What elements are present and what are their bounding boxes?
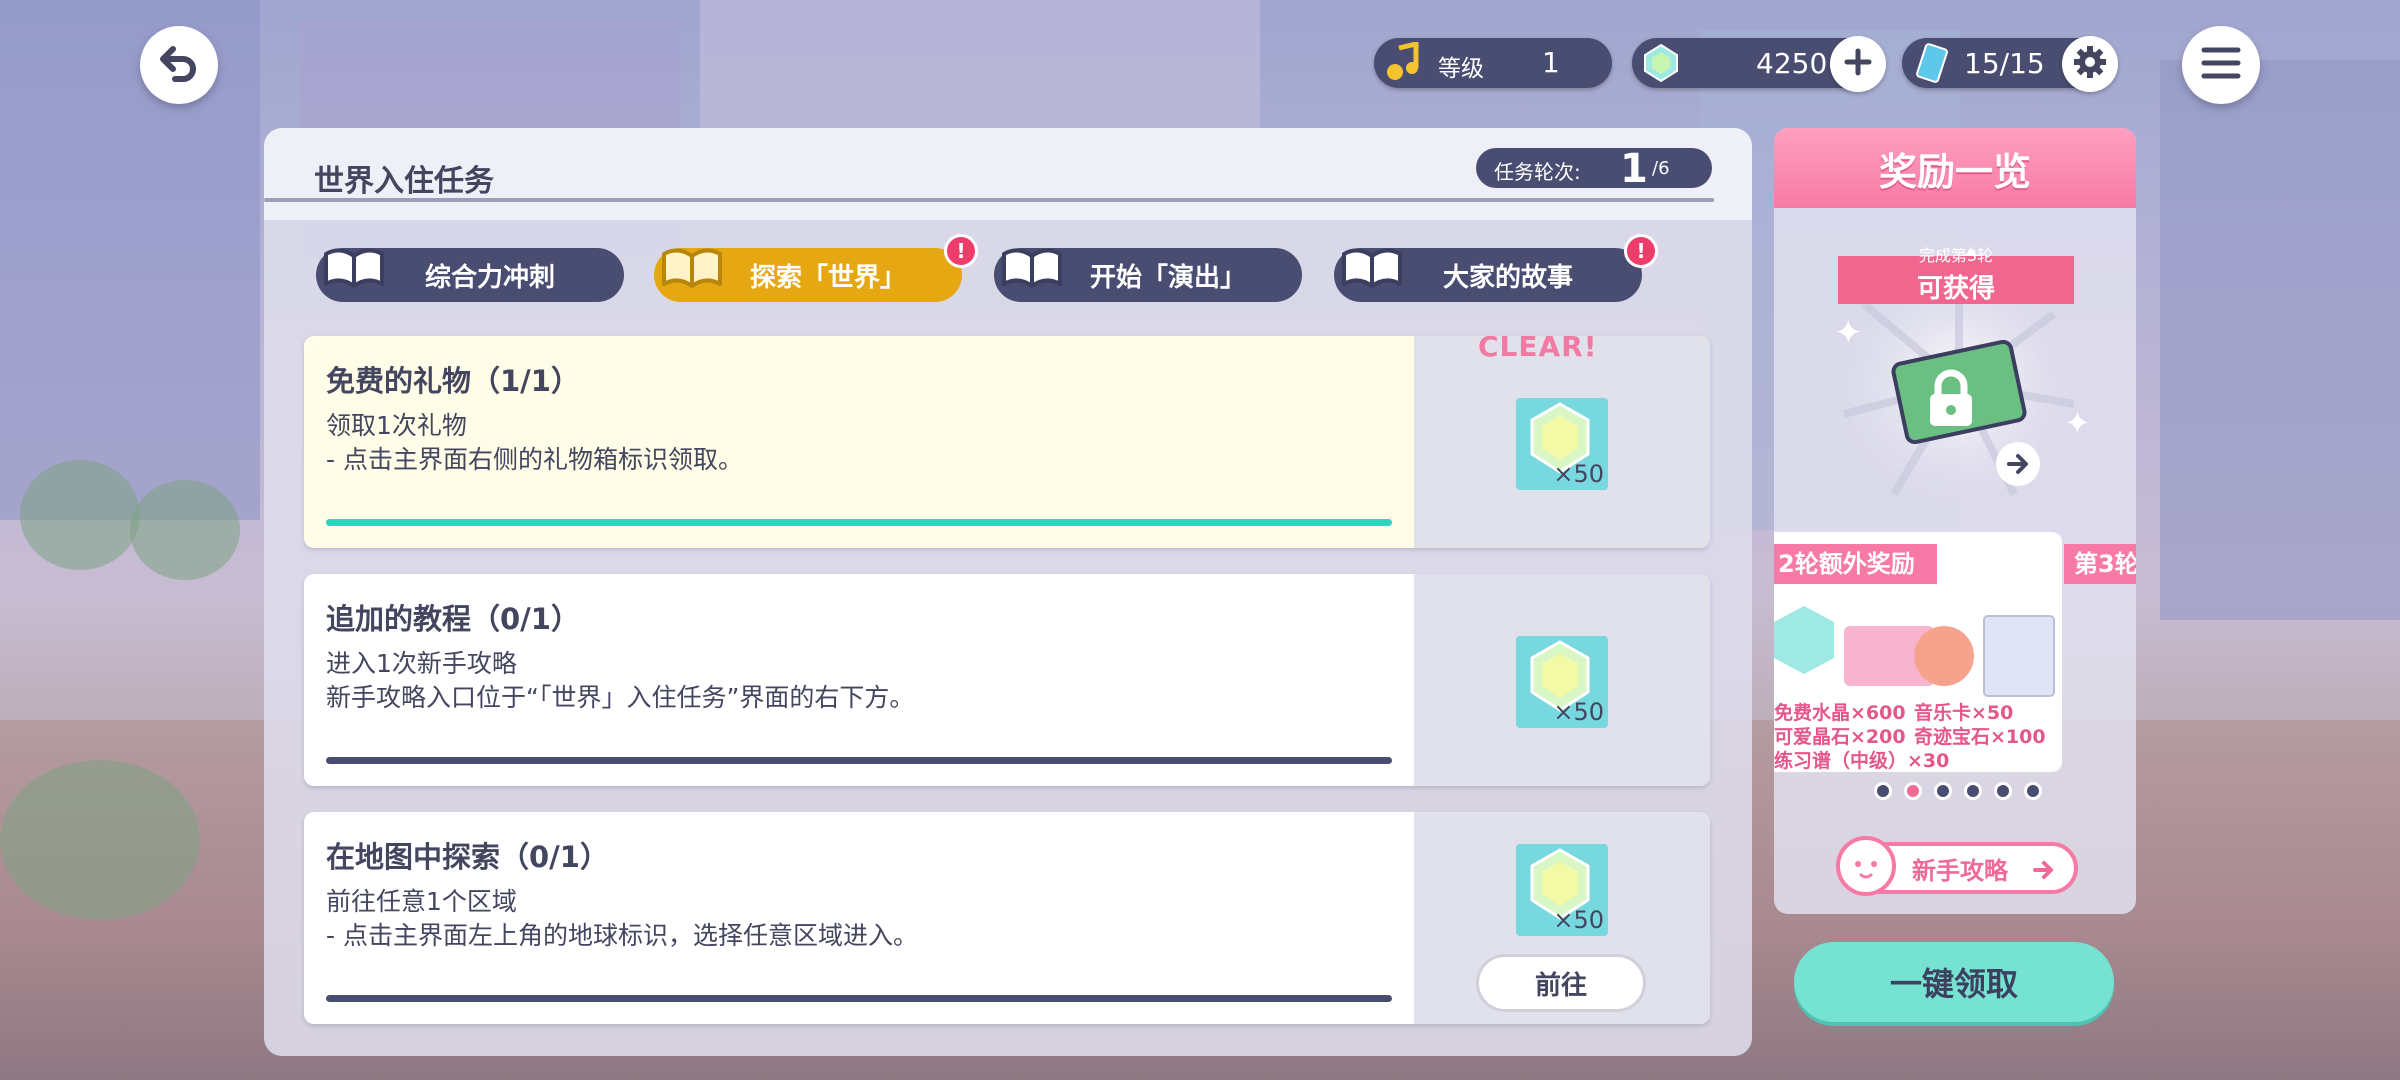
beginner-guide-button[interactable]: 新手攻略 (1836, 836, 2078, 896)
crystal-value: 4250 (1756, 47, 1828, 80)
reward-area: ×50 前往 (1414, 812, 1710, 1024)
crystal-icon (1640, 42, 1682, 88)
bonus-banner: 2轮额外奖励 (1774, 544, 1937, 584)
tab-label: 开始「演出」 (1089, 262, 1246, 293)
ticket-icon (1912, 42, 1952, 88)
back-icon (157, 41, 201, 89)
level-label: 等级 (1438, 56, 1484, 82)
round-current: 1 (1620, 146, 1648, 192)
arrow-right-icon (2032, 858, 2056, 888)
mission-title: 在地图中探索（0/1） (326, 840, 609, 874)
next-round-banner[interactable]: 第3轮 (2064, 544, 2136, 584)
buy-crystal-button[interactable] (1830, 36, 1886, 92)
bonus-item: 音乐卡×50 (1914, 702, 2014, 724)
svg-text:✦: ✦ (2064, 404, 2091, 442)
go-button[interactable]: 前往 (1476, 954, 1646, 1012)
mission-progress-bar (326, 757, 1392, 764)
carousel-dot[interactable] (1994, 782, 2012, 800)
reward-overview-panel: 奖励一览 ✦ ✦ ✦ 完成第3轮 可获得 2轮额外奖励 (1774, 128, 2136, 914)
guide-label: 新手攻略 (1912, 856, 2008, 885)
tab-power-sprint[interactable]: 综合力冲刺 (316, 248, 624, 302)
bonus-reward-card[interactable]: 2轮额外奖励 免费水晶×600 音乐卡×50 可爱晶石×200 奇迹宝石×100… (1774, 532, 2062, 772)
carousel-dot[interactable] (1964, 782, 1982, 800)
mission-title: 追加的教程（0/1） (326, 602, 580, 636)
gear-icon (2072, 44, 2108, 84)
ticket-value: 15/15 (1964, 47, 2045, 80)
tab-label: 大家的故事 (1442, 262, 1573, 293)
menu-icon (2201, 46, 2241, 84)
panel-header: 世界入住任务 任务轮次: 1 /6 (264, 128, 1752, 220)
lock-icon (1924, 368, 1978, 432)
settings-button[interactable] (2062, 36, 2118, 92)
bonus-item: 奇迹宝石×100 (1914, 726, 2046, 748)
tab-explore-world[interactable]: 探索「世界」 (654, 248, 962, 302)
carousel-dot-active[interactable] (1904, 782, 1922, 800)
clear-badge: CLEAR! (1478, 336, 1598, 363)
ribbon-subtitle: 完成第3轮 (1918, 246, 1994, 265)
mission-card: 在地图中探索（0/1） 前往任意1个区域 - 点击主界面左上角的地球标识，选择任… (304, 812, 1710, 1024)
level-pill: 等级 1 (1374, 38, 1612, 88)
tab-start-live[interactable]: 开始「演出」 (994, 248, 1302, 302)
mission-title: 免费的礼物（1/1） (326, 364, 580, 398)
reward-area: CLEAR! ×50 (1414, 336, 1710, 548)
bonus-item: 可爱晶石×200 (1774, 726, 1906, 748)
mission-progress-bar (326, 995, 1392, 1002)
mission-hint: - 点击主界面右侧的礼物箱标识领取。 (326, 445, 743, 474)
mascot-icon (1834, 832, 1904, 910)
mission-card: 追加的教程（0/1） 进入1次新手攻略 新手攻略入口位于“「世界」入住任务”界面… (304, 574, 1710, 786)
mission-progress-bar (326, 519, 1392, 526)
claim-all-button[interactable]: 一键领取 (1794, 942, 2114, 1022)
tab-everyone-story[interactable]: 大家的故事 (1334, 248, 1642, 302)
level-value: 1 (1542, 46, 1560, 79)
round-label: 任务轮次: (1494, 160, 1581, 184)
reward-header: 奖励一览 (1774, 128, 2136, 208)
reward-area: ×50 (1414, 574, 1710, 786)
tab-alert-badge: ! (944, 234, 978, 268)
back-button[interactable] (140, 26, 218, 104)
round-counter: 任务轮次: 1 /6 (1476, 146, 1712, 192)
svg-text:✦: ✦ (1834, 313, 1863, 353)
bonus-item: 免费水晶×600 (1774, 702, 1906, 724)
carousel-dots (1874, 782, 2042, 800)
tab-label: 探索「世界」 (749, 262, 906, 293)
reward-header-title: 奖励一览 (1878, 149, 2031, 194)
carousel-dot[interactable] (1874, 782, 1892, 800)
unlock-ribbon: 完成第3轮 可获得 (1838, 246, 2074, 304)
menu-button[interactable] (2182, 26, 2260, 104)
panel-title: 世界入住任务 (314, 164, 494, 199)
tab-alert-badge: ! (1624, 234, 1658, 268)
bonus-item: 练习谱（中级）×30 (1774, 750, 1950, 772)
reward-quantity: ×50 (1553, 460, 1604, 488)
reward-quantity: ×50 (1553, 698, 1604, 726)
mission-description: 领取1次礼物 (326, 411, 467, 440)
plus-icon (1844, 48, 1872, 80)
title-underline (264, 198, 1714, 202)
ribbon-title: 可获得 (1916, 274, 1995, 304)
arrow-right-icon[interactable] (1996, 442, 2040, 486)
reward-item: ×50 (1516, 398, 1608, 490)
mission-hint: 新手攻略入口位于“「世界」入住任务”界面的右下方。 (326, 683, 915, 712)
reward-item: ×50 (1516, 636, 1608, 728)
mission-description: 进入1次新手攻略 (326, 649, 517, 678)
carousel-dot[interactable] (2024, 782, 2042, 800)
round-total: /6 (1652, 158, 1670, 179)
music-note-icon (1384, 40, 1424, 86)
mission-hint: - 点击主界面左上角的地球标识，选择任意区域进入。 (326, 921, 918, 950)
reward-quantity: ×50 (1553, 906, 1604, 934)
reward-item: ×50 (1516, 844, 1608, 936)
mission-card: 免费的礼物（1/1） 领取1次礼物 - 点击主界面右侧的礼物箱标识领取。 CLE… (304, 336, 1710, 548)
mission-description: 前往任意1个区域 (326, 887, 517, 916)
tab-label: 综合力冲刺 (424, 262, 555, 293)
carousel-dot[interactable] (1934, 782, 1952, 800)
bonus-items-art (1774, 586, 2062, 706)
